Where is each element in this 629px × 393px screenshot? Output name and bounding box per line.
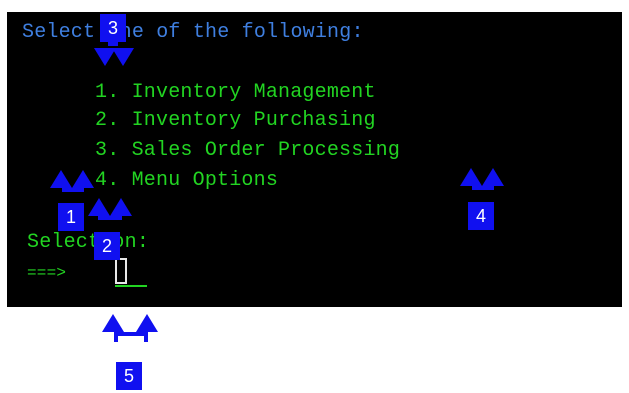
callout-1-connector xyxy=(62,188,84,192)
callout-5-connector xyxy=(114,332,148,336)
callout-badge-2: 2 xyxy=(94,232,120,260)
arrow-up-icon xyxy=(72,170,94,188)
callout-5-connector-right xyxy=(144,332,148,342)
arrow-up-icon xyxy=(88,198,110,216)
input-prompt: ===> xyxy=(27,264,67,282)
callout-3-connector xyxy=(108,42,118,46)
arrow-up-icon xyxy=(482,168,504,186)
arrow-down-icon xyxy=(112,48,134,66)
arrow-up-icon xyxy=(102,314,124,332)
callout-badge-3: 3 xyxy=(100,14,126,42)
arrow-up-icon xyxy=(50,170,72,188)
menu-item-1[interactable]: 1. Inventory Management xyxy=(95,82,376,104)
prompt-header: Select one of the following: xyxy=(22,21,364,44)
selection-input-cursor[interactable] xyxy=(115,258,127,284)
callout-badge-1: 1 xyxy=(58,203,84,231)
selection-label: Selection: xyxy=(27,231,150,254)
arrow-up-icon xyxy=(460,168,482,186)
callout-2-connector xyxy=(98,216,122,220)
menu-item-3[interactable]: 3. Sales Order Processing xyxy=(95,140,400,162)
callout-4-connector xyxy=(472,186,494,190)
arrow-up-icon xyxy=(136,314,158,332)
menu-item-4[interactable]: 4. Menu Options xyxy=(95,170,278,192)
callout-badge-4: 4 xyxy=(468,202,494,230)
arrow-up-icon xyxy=(110,198,132,216)
input-underline xyxy=(115,285,147,287)
callout-badge-5: 5 xyxy=(116,362,142,390)
callout-5-connector-left xyxy=(114,332,118,342)
menu-item-2[interactable]: 2. Inventory Purchasing xyxy=(95,110,376,132)
